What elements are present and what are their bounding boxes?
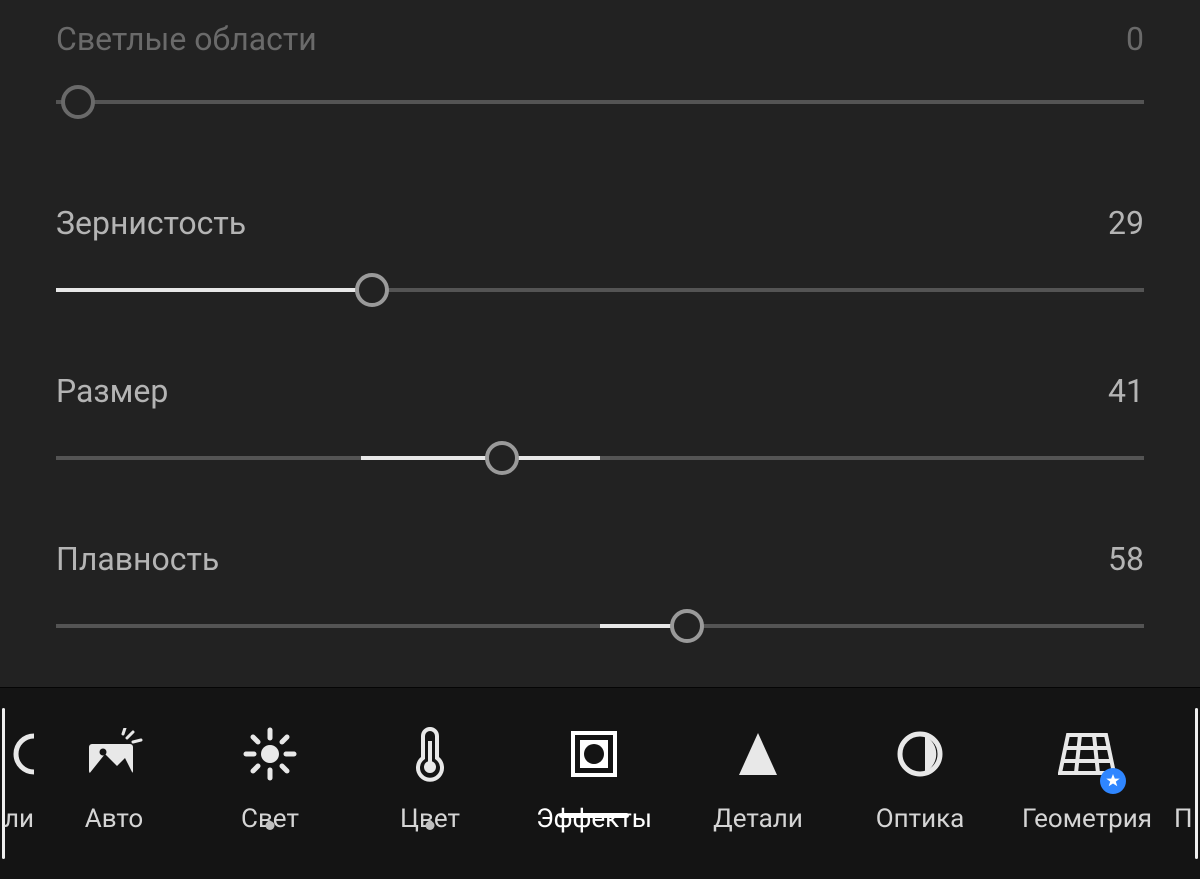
tool-item-optics[interactable]: Оптика	[838, 716, 1002, 834]
slider-fill	[361, 456, 600, 460]
lens-icon	[895, 720, 945, 788]
tool-row[interactable]: ли Авто	[0, 716, 1200, 879]
effects-panel: Светлые области 0 Зернистость 29	[0, 0, 1200, 879]
tool-item-geometry[interactable]: Геометрия	[1002, 716, 1172, 834]
slider-label: Плавность	[56, 540, 219, 578]
slider-highlights: Светлые области 0	[56, 20, 1144, 120]
slider-grain: Зернистость 29	[56, 204, 1144, 308]
premium-badge-icon	[1100, 768, 1126, 794]
sun-icon	[242, 720, 298, 788]
profiles-icon	[12, 720, 34, 788]
tool-item-effects[interactable]: Эффекты	[510, 716, 678, 834]
slider-roughness: Плавность 58	[56, 540, 1144, 644]
slider-track[interactable]	[56, 440, 1144, 476]
bottom-toolbar: ли Авто	[0, 687, 1200, 879]
triangle-icon	[735, 720, 781, 788]
tool-item-prev-partial[interactable]: ли	[0, 716, 38, 834]
tool-modified-dot	[266, 821, 275, 830]
auto-icon	[83, 720, 145, 788]
tool-modified-dot	[426, 821, 435, 830]
tool-item-light[interactable]: Свет	[190, 716, 350, 834]
tool-item-details[interactable]: Детали	[678, 716, 838, 834]
slider-head: Размер 41	[56, 372, 1144, 410]
tool-label: Авто	[85, 804, 143, 834]
slider-label: Светлые области	[56, 20, 317, 58]
slider-thumb[interactable]	[670, 609, 704, 643]
slider-thumb[interactable]	[355, 273, 389, 307]
geometry-icon	[1058, 720, 1116, 788]
slider-head: Плавность 58	[56, 540, 1144, 578]
slider-head: Светлые области 0	[56, 20, 1144, 58]
slider-list: Светлые области 0 Зернистость 29	[0, 0, 1200, 644]
slider-size: Размер 41	[56, 372, 1144, 476]
vignette-icon	[569, 720, 619, 788]
active-underline	[559, 813, 629, 818]
tool-label: Геометрия	[1022, 804, 1152, 834]
tool-label: Детали	[713, 804, 803, 834]
slider-value: 0	[1126, 20, 1144, 58]
slider-value: 41	[1108, 372, 1144, 410]
slider-fill	[56, 288, 372, 292]
tool-label: Оптика	[876, 804, 965, 834]
tool-item-color[interactable]: Цвет	[350, 716, 510, 834]
slider-value: 58	[1108, 540, 1144, 578]
tool-label: Эффекты	[536, 804, 652, 834]
tool-item-auto[interactable]: Авто	[38, 716, 190, 834]
slider-head: Зернистость 29	[56, 204, 1144, 242]
thermometer-icon	[413, 720, 447, 788]
slider-track[interactable]	[56, 84, 1144, 120]
slider-thumb[interactable]	[485, 441, 519, 475]
tool-item-next-partial[interactable]: П	[1172, 716, 1200, 834]
slider-track[interactable]	[56, 608, 1144, 644]
slider-track[interactable]	[56, 272, 1144, 308]
slider-value: 29	[1108, 204, 1144, 242]
slider-label: Размер	[56, 372, 168, 410]
slider-thumb[interactable]	[61, 85, 95, 119]
slider-label: Зернистость	[56, 204, 246, 242]
